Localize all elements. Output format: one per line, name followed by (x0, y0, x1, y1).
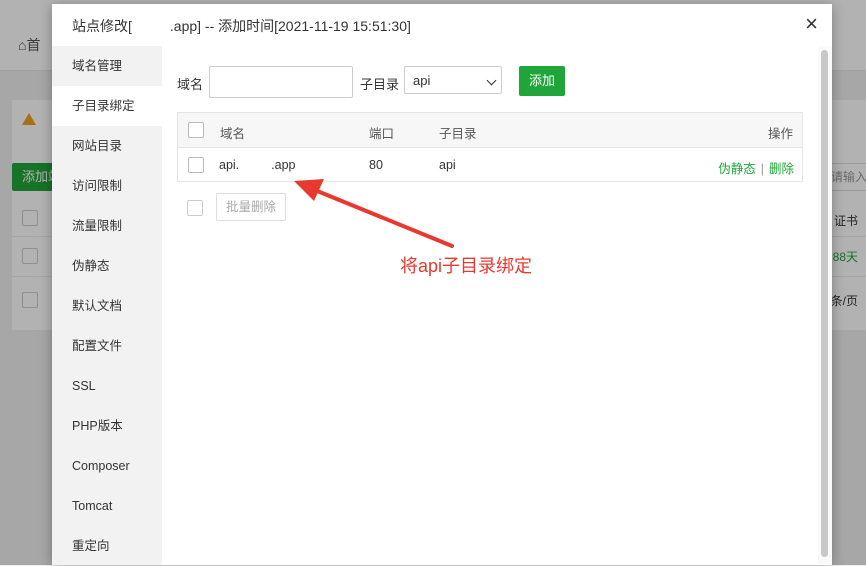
site-edit-modal: 站点修改[.app] -- 添加时间[2021-11-19 15:51:30] … (52, 4, 832, 565)
sidebar-item-ssl[interactable]: SSL (52, 366, 162, 406)
close-icon[interactable]: × (805, 13, 818, 35)
modal-sidebar: 域名管理 子目录绑定 网站目录 访问限制 流量限制 伪静态 默认文档 配置文件 … (52, 46, 162, 565)
sidebar-item-config-file[interactable]: 配置文件 (52, 326, 162, 366)
sidebar-item-redirect[interactable]: 重定向 (52, 526, 162, 566)
sidebar-item-composer[interactable]: Composer (52, 446, 162, 486)
sidebar-item-default-doc[interactable]: 默认文档 (52, 286, 162, 326)
modal-title-prefix: 站点修改[ (72, 18, 132, 34)
modal-content: 域名 子目录 api 添加 域名 端口 子目录 操作 api. .app 80 a… (162, 46, 818, 565)
annotation-text: 将api子目录绑定 (400, 256, 533, 276)
modal-title: 站点修改[ .app] -- 添加时间[2021-11-19 15:51:30] (72, 16, 411, 36)
sidebar-item-rewrite[interactable]: 伪静态 (52, 246, 162, 286)
modal-header: 站点修改[.app] -- 添加时间[2021-11-19 15:51:30] … (52, 4, 832, 47)
sidebar-item-subdir-binding[interactable]: 子目录绑定 (52, 86, 162, 126)
redacted-domain-mask (131, 19, 170, 36)
sidebar-item-site-directory[interactable]: 网站目录 (52, 126, 162, 166)
modal-scrollbar[interactable] (818, 46, 832, 565)
sidebar-item-access-limit[interactable]: 访问限制 (52, 166, 162, 206)
annotation-arrow-icon (294, 179, 454, 248)
sidebar-item-php-version[interactable]: PHP版本 (52, 406, 162, 446)
sidebar-item-traffic-limit[interactable]: 流量限制 (52, 206, 162, 246)
scrollbar-thumb[interactable] (821, 50, 828, 557)
modal-title-suffix: .app] -- 添加时间[2021-11-19 15:51:30] (169, 18, 411, 34)
sidebar-item-domain-manage[interactable]: 域名管理 (52, 46, 162, 86)
sidebar-item-tomcat[interactable]: Tomcat (52, 486, 162, 526)
